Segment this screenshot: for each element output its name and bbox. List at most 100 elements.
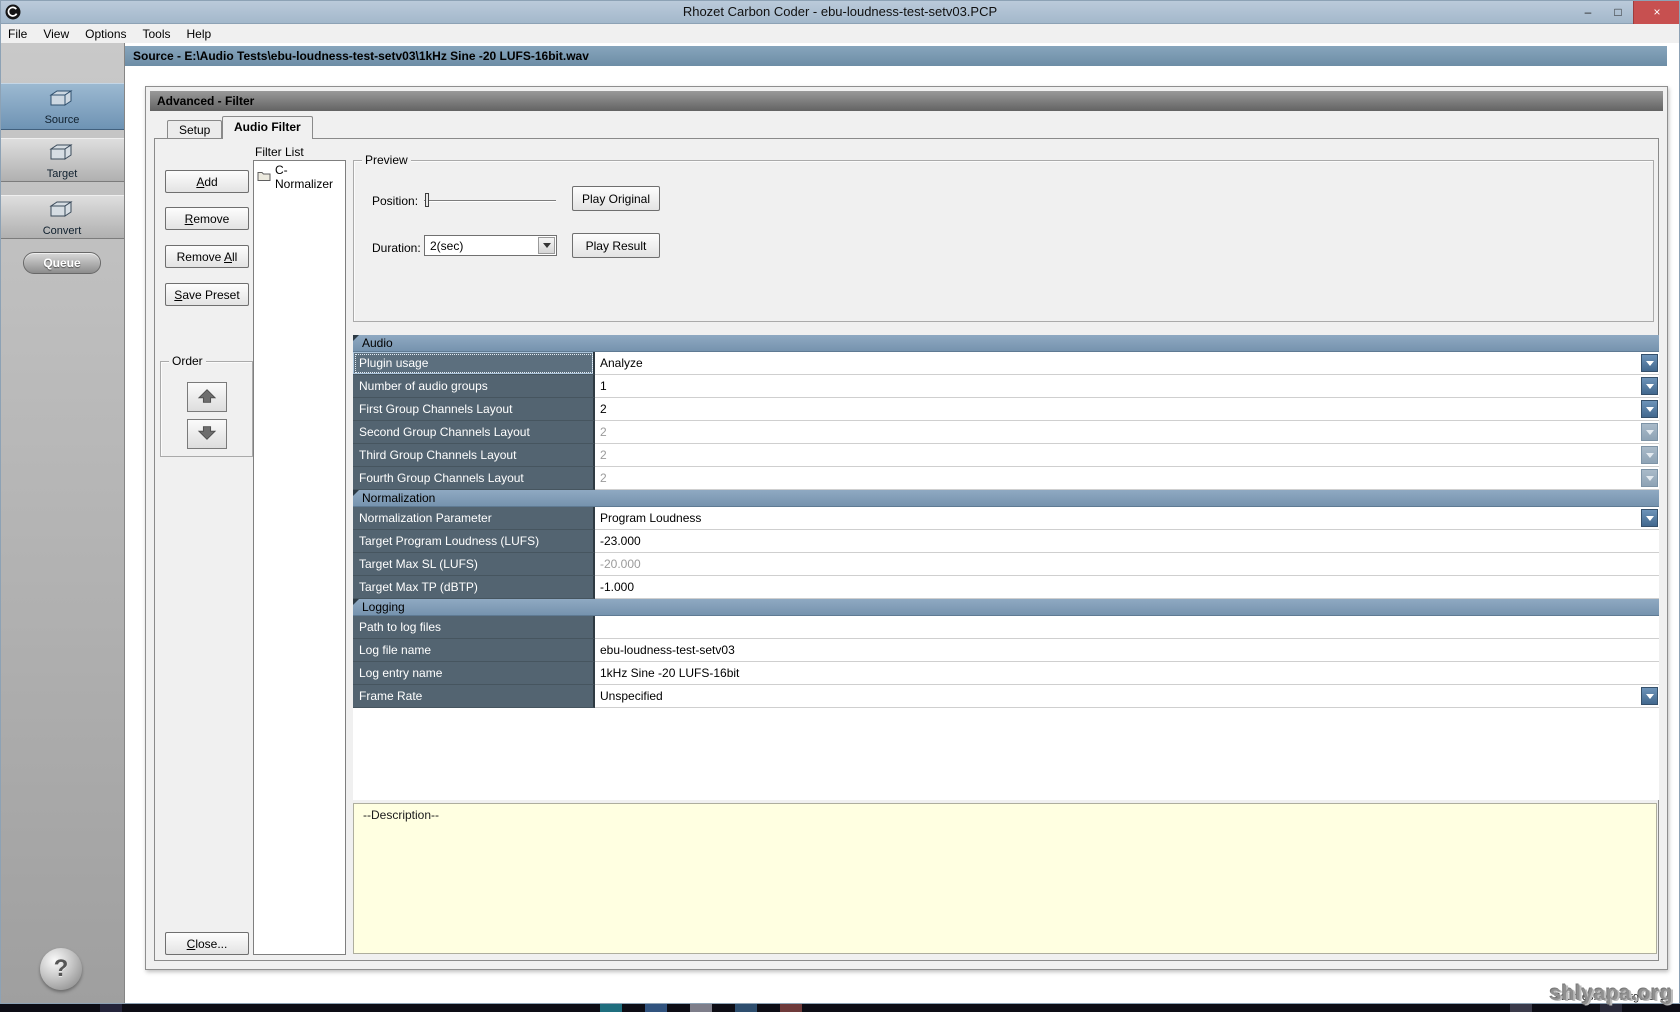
sidebar: Source Target Convert Queue ?	[0, 43, 125, 1004]
property-value-text: -20.000	[600, 557, 641, 571]
taskbar-fragment	[1510, 1004, 1532, 1012]
property-value[interactable]: 2	[595, 398, 1659, 421]
tab-audio-filter[interactable]: Audio Filter	[222, 116, 313, 139]
property-value-text: 2	[600, 425, 607, 439]
dropdown-arrow-icon[interactable]	[1641, 446, 1658, 464]
property-row: Fourth Group Channels Layout 2	[353, 467, 1659, 490]
remove-button[interactable]: Remove	[165, 207, 249, 230]
property-label[interactable]: Fourth Group Channels Layout	[353, 467, 595, 490]
minimize-button[interactable]: –	[1573, 0, 1603, 24]
help-button[interactable]: ?	[40, 948, 82, 990]
property-value[interactable]: ebu-loudness-test-setv03	[595, 639, 1659, 662]
section-header-normalization[interactable]: Normalization	[353, 490, 1659, 507]
dropdown-arrow-icon[interactable]	[1641, 400, 1658, 418]
taskbar-fragment	[600, 1004, 622, 1012]
property-label[interactable]: First Group Channels Layout	[353, 398, 595, 421]
tab-setup[interactable]: Setup	[167, 120, 223, 138]
property-label[interactable]: Log entry name	[353, 662, 595, 685]
play-original-button[interactable]: Play Original	[572, 186, 660, 211]
property-value[interactable]: -20.000	[595, 553, 1659, 576]
property-value-text: 2	[600, 402, 607, 416]
position-slider[interactable]	[424, 191, 556, 208]
preview-group: Preview Position: Play Original Duration…	[353, 153, 1654, 322]
property-value[interactable]: -23.000	[595, 530, 1659, 553]
property-value[interactable]: 2	[595, 467, 1659, 490]
remove-all-button[interactable]: Remove All	[165, 245, 249, 268]
property-value-text: Analyze	[600, 356, 643, 370]
menu-options[interactable]: Options	[77, 25, 134, 43]
property-label[interactable]: Target Max TP (dBTP)	[353, 576, 595, 599]
property-label[interactable]: Log file name	[353, 639, 595, 662]
property-label[interactable]: Normalization Parameter	[353, 507, 595, 530]
property-label[interactable]: Path to log files	[353, 616, 595, 639]
section-header-logging[interactable]: Logging	[353, 599, 1659, 616]
property-value-text: 1kHz Sine -20 LUFS-16bit	[600, 666, 740, 680]
property-value[interactable]: Unspecified	[595, 685, 1659, 708]
property-row: Log file name ebu-loudness-test-setv03	[353, 639, 1659, 662]
property-label[interactable]: Number of audio groups	[353, 375, 595, 398]
sidebar-item-target[interactable]: Target	[0, 138, 124, 182]
preview-label: Preview	[362, 153, 411, 167]
menu-help[interactable]: Help	[179, 25, 220, 43]
dropdown-arrow-icon[interactable]	[1641, 354, 1658, 372]
property-label[interactable]: Third Group Channels Layout	[353, 444, 595, 467]
property-value[interactable]	[595, 616, 1659, 639]
queue-button[interactable]: Queue	[23, 252, 101, 274]
taskbar-fragment	[690, 1004, 712, 1012]
close-button[interactable]: ×	[1633, 0, 1680, 24]
property-value[interactable]: Analyze	[595, 352, 1659, 375]
filter-list[interactable]: C-Normalizer	[253, 160, 346, 955]
sidebar-item-convert[interactable]: Convert	[0, 195, 124, 239]
dropdown-arrow-icon[interactable]	[1641, 423, 1658, 441]
property-label[interactable]: Plugin usage	[353, 352, 595, 375]
move-down-button[interactable]	[187, 419, 227, 449]
property-value[interactable]: 1kHz Sine -20 LUFS-16bit	[595, 662, 1659, 685]
menu-tools[interactable]: Tools	[135, 25, 179, 43]
duration-select[interactable]: 2(sec)	[424, 235, 557, 256]
maximize-button[interactable]: □	[1603, 0, 1633, 24]
play-result-button[interactable]: Play Result	[572, 233, 660, 258]
property-value[interactable]: -1.000	[595, 576, 1659, 599]
window-title: Rhozet Carbon Coder - ebu-loudness-test-…	[682, 4, 998, 19]
property-label[interactable]: Target Max SL (LUFS)	[353, 553, 595, 576]
dialog-title: Advanced - Filter	[150, 91, 1663, 111]
property-value[interactable]: 2	[595, 444, 1659, 467]
property-label[interactable]: Target Program Loudness (LUFS)	[353, 530, 595, 553]
dropdown-arrow-icon[interactable]	[1641, 687, 1658, 705]
property-value[interactable]: 1	[595, 375, 1659, 398]
property-row: Plugin usage Analyze	[353, 352, 1659, 375]
taskbar-fragment	[735, 1004, 757, 1012]
dropdown-arrow-icon[interactable]	[1641, 469, 1658, 487]
move-up-button[interactable]	[187, 382, 227, 412]
sidebar-item-label: Source	[44, 114, 80, 126]
property-label[interactable]: Second Group Channels Layout	[353, 421, 595, 444]
titlebar: Rhozet Carbon Coder - ebu-loudness-test-…	[0, 0, 1680, 24]
menu-file[interactable]: File	[0, 25, 35, 43]
dropdown-arrow-icon[interactable]	[1641, 377, 1658, 395]
slider-track	[424, 200, 556, 201]
description-text: --Description--	[363, 808, 440, 822]
property-value[interactable]: 2	[595, 421, 1659, 444]
property-value-text: Program Loudness	[600, 511, 702, 525]
property-label[interactable]: Frame Rate	[353, 685, 595, 708]
target-folder-icon	[47, 141, 77, 166]
source-path-bar: Source - E:\Audio Tests\ebu-loudness-tes…	[125, 46, 1667, 66]
save-preset-button[interactable]: Save Preset	[165, 283, 249, 306]
property-value-text: -1.000	[600, 580, 635, 594]
property-value-text: 2	[600, 448, 607, 462]
slider-thumb[interactable]	[425, 193, 429, 207]
folder-icon	[257, 170, 271, 184]
taskbar-fragment	[645, 1004, 667, 1012]
dropdown-arrow-icon[interactable]	[538, 237, 555, 254]
menu-view[interactable]: View	[35, 25, 77, 43]
taskbar[interactable]	[0, 1004, 1680, 1012]
section-header-audio[interactable]: Audio	[353, 335, 1659, 352]
app-logo-icon	[5, 4, 21, 20]
dropdown-arrow-icon[interactable]	[1641, 509, 1658, 527]
add-button[interactable]: Add	[165, 170, 249, 193]
filter-list-item[interactable]: C-Normalizer	[254, 161, 345, 193]
sidebar-item-source[interactable]: Source	[0, 83, 124, 130]
property-value[interactable]: Program Loudness	[595, 507, 1659, 530]
source-folder-icon	[47, 87, 77, 112]
close-dialog-button[interactable]: Close...	[165, 932, 249, 955]
